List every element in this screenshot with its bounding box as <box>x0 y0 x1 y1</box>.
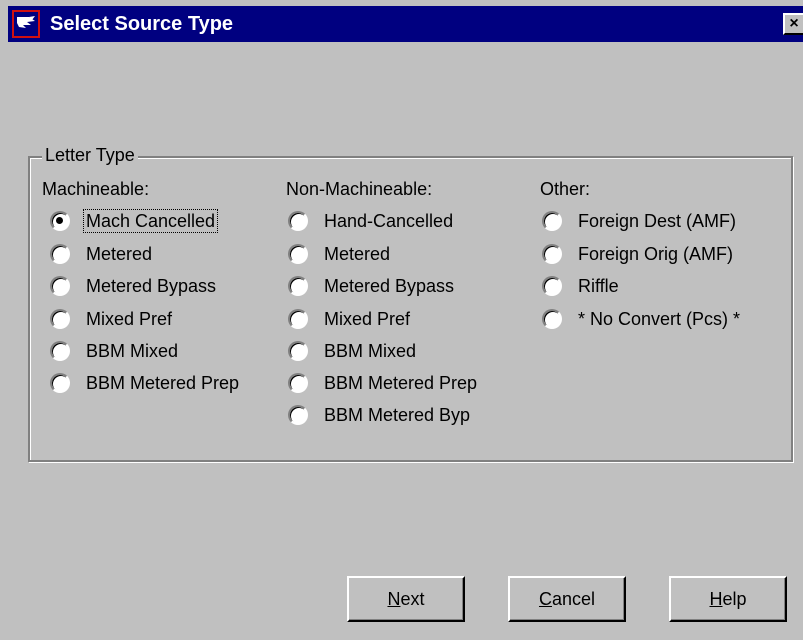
radio-button[interactable] <box>542 211 562 231</box>
window-title: Select Source Type <box>50 13 234 35</box>
radio-label: BBM Metered Prep <box>86 373 240 393</box>
radio-button[interactable] <box>288 341 308 361</box>
radio-button[interactable] <box>288 244 308 264</box>
radio-button[interactable] <box>288 276 308 296</box>
letter-type-legend: Letter Type <box>42 144 138 166</box>
radio-mach-bbm-metered-prep[interactable]: BBM Metered Prep <box>50 369 241 397</box>
radio-nonmach-hand-cancelled[interactable]: Hand-Cancelled <box>288 207 455 235</box>
radio-button[interactable] <box>288 373 308 393</box>
radio-label: Mixed Pref <box>324 309 411 329</box>
radio-button[interactable] <box>542 276 562 296</box>
radio-other-foreign-dest[interactable]: Foreign Dest (AMF) <box>542 207 738 235</box>
radio-button-selected[interactable] <box>50 211 70 231</box>
radio-nonmach-bbm-metered-byp[interactable]: BBM Metered Byp <box>288 401 472 429</box>
radio-label: Mixed Pref <box>86 309 173 329</box>
radio-label: Foreign Dest (AMF) <box>578 211 737 231</box>
radio-label: BBM Mixed <box>86 341 179 361</box>
close-icon[interactable]: × <box>783 13 803 35</box>
select-source-type-dialog: Select Source Type × Letter Type Machine… <box>0 0 803 640</box>
radio-nonmach-bbm-mixed[interactable]: BBM Mixed <box>288 337 418 365</box>
radio-mach-cancelled[interactable]: Mach Cancelled <box>50 207 219 235</box>
radio-button[interactable] <box>288 405 308 425</box>
cancel-button[interactable]: Cancel <box>508 576 626 622</box>
radio-label: Metered Bypass <box>324 276 455 296</box>
radio-button[interactable] <box>542 244 562 264</box>
radio-other-foreign-orig[interactable]: Foreign Orig (AMF) <box>542 240 735 268</box>
radio-label: Mach Cancelled <box>82 209 219 233</box>
radio-nonmach-mixed-pref[interactable]: Mixed Pref <box>288 305 412 333</box>
radio-nonmach-metered[interactable]: Metered <box>288 240 392 268</box>
radio-button[interactable] <box>50 341 70 361</box>
radio-button[interactable] <box>542 309 562 329</box>
radio-label: * No Convert (Pcs) * <box>578 309 741 329</box>
next-button[interactable]: Next <box>347 576 465 622</box>
machineable-header: Machineable: <box>42 179 150 199</box>
title-bar[interactable]: Select Source Type × <box>8 6 803 42</box>
radio-label: BBM Metered Byp <box>324 405 471 425</box>
radio-mach-metered-bypass[interactable]: Metered Bypass <box>50 272 218 300</box>
cancel-accel: C <box>538 589 552 609</box>
radio-mach-bbm-mixed[interactable]: BBM Mixed <box>50 337 180 365</box>
help-button[interactable]: Help <box>669 576 787 622</box>
radio-button[interactable] <box>50 373 70 393</box>
radio-button[interactable] <box>50 309 70 329</box>
radio-label: BBM Mixed <box>324 341 417 361</box>
radio-label: Foreign Orig (AMF) <box>578 244 734 264</box>
radio-mach-mixed-pref[interactable]: Mixed Pref <box>50 305 174 333</box>
radio-button[interactable] <box>288 309 308 329</box>
radio-label: Metered <box>86 244 153 264</box>
radio-label: BBM Metered Prep <box>324 373 478 393</box>
radio-other-no-convert[interactable]: * No Convert (Pcs) * <box>542 305 742 333</box>
cancel-label-rest: ancel <box>551 589 596 609</box>
radio-nonmach-bbm-metered-prep[interactable]: BBM Metered Prep <box>288 369 479 397</box>
radio-label: Riffle <box>578 276 619 296</box>
radio-button[interactable] <box>288 211 308 231</box>
non-machineable-header: Non-Machineable: <box>286 179 433 199</box>
next-accel: N <box>387 589 401 609</box>
help-accel: H <box>709 589 723 609</box>
radio-button[interactable] <box>50 276 70 296</box>
radio-label: Metered Bypass <box>86 276 217 296</box>
radio-mach-metered[interactable]: Metered <box>50 240 154 268</box>
radio-other-riffle[interactable]: Riffle <box>542 272 621 300</box>
app-logo-icon[interactable] <box>12 10 40 38</box>
help-label-rest: elp <box>722 589 747 609</box>
other-header: Other: <box>540 179 591 199</box>
radio-button[interactable] <box>50 244 70 264</box>
radio-nonmach-metered-bypass[interactable]: Metered Bypass <box>288 272 456 300</box>
next-label-rest: ext <box>400 589 425 609</box>
radio-label: Metered <box>324 244 391 264</box>
radio-label: Hand-Cancelled <box>324 211 454 231</box>
